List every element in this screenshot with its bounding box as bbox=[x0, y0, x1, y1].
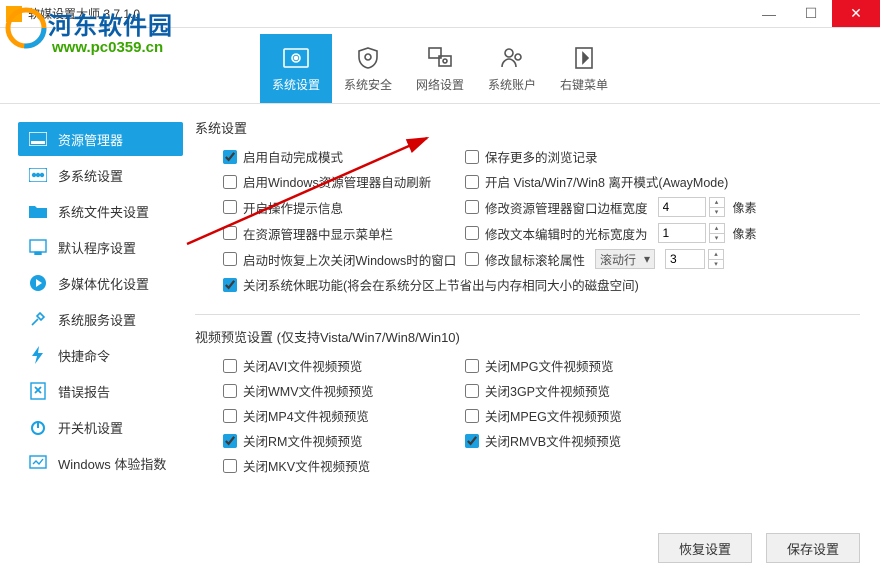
check-cursor-width[interactable]: 修改文本编辑时的光标宽度为 bbox=[465, 224, 648, 243]
sidebar-item-error[interactable]: 错误报告 bbox=[18, 374, 183, 408]
check-restore-windows[interactable]: 启动时恢复上次关闭Windows时的窗口 bbox=[223, 250, 456, 269]
check-scroll-wheel[interactable]: 修改鼠标滚轮属性 bbox=[465, 250, 585, 269]
tab-system-account[interactable]: 系统账户 bbox=[476, 34, 548, 103]
media-icon bbox=[28, 273, 48, 293]
scroll-lines-input[interactable] bbox=[665, 249, 705, 269]
top-nav: 系统设置 系统安全 网络设置 系统账户 右键菜单 bbox=[0, 28, 880, 104]
check-rmvb[interactable]: 关闭RMVB文件视频预览 bbox=[465, 431, 621, 450]
context-menu-icon bbox=[568, 44, 600, 72]
check-autocomplete[interactable]: 启用自动完成模式 bbox=[223, 147, 343, 166]
sidebar-item-label: 开关机设置 bbox=[58, 418, 123, 437]
tab-network-settings[interactable]: 网络设置 bbox=[404, 34, 476, 103]
cursor-width-input[interactable] bbox=[658, 223, 706, 243]
gear-window-icon bbox=[280, 44, 312, 72]
sidebar-item-shortcut[interactable]: 快捷命令 bbox=[18, 338, 183, 372]
footer-buttons: 恢复设置 保存设置 bbox=[658, 533, 860, 563]
stepper[interactable]: ▴▾ bbox=[709, 223, 725, 243]
check-border-width[interactable]: 修改资源管理器窗口边框宽度 bbox=[465, 198, 648, 217]
check-operation-tips[interactable]: 开启操作提示信息 bbox=[223, 198, 343, 217]
sidebar-item-service[interactable]: 系统服务设置 bbox=[18, 302, 183, 336]
power-icon bbox=[28, 417, 48, 437]
tab-label: 系统安全 bbox=[344, 76, 392, 93]
sidebar-item-label: 系统服务设置 bbox=[58, 310, 136, 329]
border-width-input[interactable] bbox=[658, 197, 706, 217]
check-mp4[interactable]: 关闭MP4文件视频预览 bbox=[223, 406, 369, 425]
scroll-mode-select[interactable]: 滚动行 ▾ bbox=[595, 249, 655, 269]
tab-system-settings[interactable]: 系统设置 bbox=[260, 34, 332, 103]
restore-button[interactable]: 恢复设置 bbox=[658, 533, 752, 563]
network-icon bbox=[424, 44, 456, 72]
tab-system-security[interactable]: 系统安全 bbox=[332, 34, 404, 103]
stepper[interactable]: ▴▾ bbox=[709, 197, 725, 217]
system-settings-group: 系统设置 启用自动完成模式 保存更多的浏览记录 启用Windows资源管理器自动… bbox=[195, 118, 860, 315]
sidebar-item-label: Windows 体验指数 bbox=[58, 454, 166, 473]
sidebar-item-multios[interactable]: 多系统设置 bbox=[18, 158, 183, 192]
error-icon bbox=[28, 381, 48, 401]
sidebar-item-label: 错误报告 bbox=[58, 382, 110, 401]
video-preview-group: 视频预览设置 (仅支持Vista/Win7/Win8/Win10) 关闭AVI文… bbox=[195, 327, 860, 495]
tab-context-menu[interactable]: 右键菜单 bbox=[548, 34, 620, 103]
check-save-history[interactable]: 保存更多的浏览记录 bbox=[465, 147, 598, 166]
tab-label: 右键菜单 bbox=[560, 76, 608, 93]
check-disable-hibernate[interactable]: 关闭系统休眠功能(将会在系统分区上节省出与内存相同大小的磁盘空间) bbox=[223, 275, 639, 294]
sysfolder-icon bbox=[28, 201, 48, 221]
app-icon bbox=[6, 6, 22, 22]
tab-label: 系统账户 bbox=[488, 76, 536, 93]
check-mpg[interactable]: 关闭MPG文件视频预览 bbox=[465, 356, 613, 375]
shield-icon bbox=[352, 44, 384, 72]
check-mpeg[interactable]: 关闭MPEG文件视频预览 bbox=[465, 406, 622, 425]
experience-icon bbox=[28, 453, 48, 473]
default-prog-icon bbox=[28, 237, 48, 257]
check-rm[interactable]: 关闭RM文件视频预览 bbox=[223, 431, 362, 450]
sidebar-item-label: 默认程序设置 bbox=[58, 238, 136, 257]
check-show-menubar[interactable]: 在资源管理器中显示菜单栏 bbox=[223, 224, 393, 243]
sidebar-item-default-prog[interactable]: 默认程序设置 bbox=[18, 230, 183, 264]
sidebar-item-label: 资源管理器 bbox=[58, 130, 123, 149]
sidebar-item-power[interactable]: 开关机设置 bbox=[18, 410, 183, 444]
maximize-button[interactable]: ☐ bbox=[790, 0, 832, 27]
check-3gp[interactable]: 关闭3GP文件视频预览 bbox=[465, 381, 610, 400]
sidebar-item-label: 快捷命令 bbox=[58, 346, 110, 365]
sidebar-item-label: 多媒体优化设置 bbox=[58, 274, 149, 293]
multi-os-icon bbox=[28, 165, 48, 185]
sidebar: 资源管理器 多系统设置 系统文件夹设置 默认程序设置 多媒体优化设置 系统服务设… bbox=[0, 104, 195, 579]
sidebar-item-label: 多系统设置 bbox=[58, 166, 123, 185]
titlebar: 软媒设置大师 3.7.1.0 — ☐ ✕ bbox=[0, 0, 880, 28]
user-icon bbox=[496, 44, 528, 72]
shortcut-icon bbox=[28, 345, 48, 365]
explorer-icon bbox=[28, 129, 48, 149]
sidebar-item-media[interactable]: 多媒体优化设置 bbox=[18, 266, 183, 300]
check-avi[interactable]: 关闭AVI文件视频预览 bbox=[223, 356, 362, 375]
sidebar-item-sysfolder[interactable]: 系统文件夹设置 bbox=[18, 194, 183, 228]
sidebar-item-experience[interactable]: Windows 体验指数 bbox=[18, 446, 183, 480]
close-button[interactable]: ✕ bbox=[832, 0, 880, 27]
check-wmv[interactable]: 关闭WMV文件视频预览 bbox=[223, 381, 374, 400]
tab-label: 网络设置 bbox=[416, 76, 464, 93]
stepper[interactable]: ▴▾ bbox=[708, 249, 724, 269]
check-mkv[interactable]: 关闭MKV文件视频预览 bbox=[223, 456, 370, 475]
content-area: 系统设置 启用自动完成模式 保存更多的浏览记录 启用Windows资源管理器自动… bbox=[195, 104, 880, 579]
check-explorer-autorefresh[interactable]: 启用Windows资源管理器自动刷新 bbox=[223, 172, 431, 191]
group-title: 系统设置 bbox=[195, 118, 860, 137]
window-title: 软媒设置大师 3.7.1.0 bbox=[28, 5, 748, 22]
check-away-mode[interactable]: 开启 Vista/Win7/Win8 离开模式(AwayMode) bbox=[465, 172, 728, 191]
minimize-button[interactable]: — bbox=[748, 0, 790, 27]
service-icon bbox=[28, 309, 48, 329]
tab-label: 系统设置 bbox=[272, 76, 320, 93]
group-title: 视频预览设置 (仅支持Vista/Win7/Win8/Win10) bbox=[195, 327, 860, 346]
sidebar-item-explorer[interactable]: 资源管理器 bbox=[18, 122, 183, 156]
sidebar-item-label: 系统文件夹设置 bbox=[58, 202, 149, 221]
save-button[interactable]: 保存设置 bbox=[766, 533, 860, 563]
